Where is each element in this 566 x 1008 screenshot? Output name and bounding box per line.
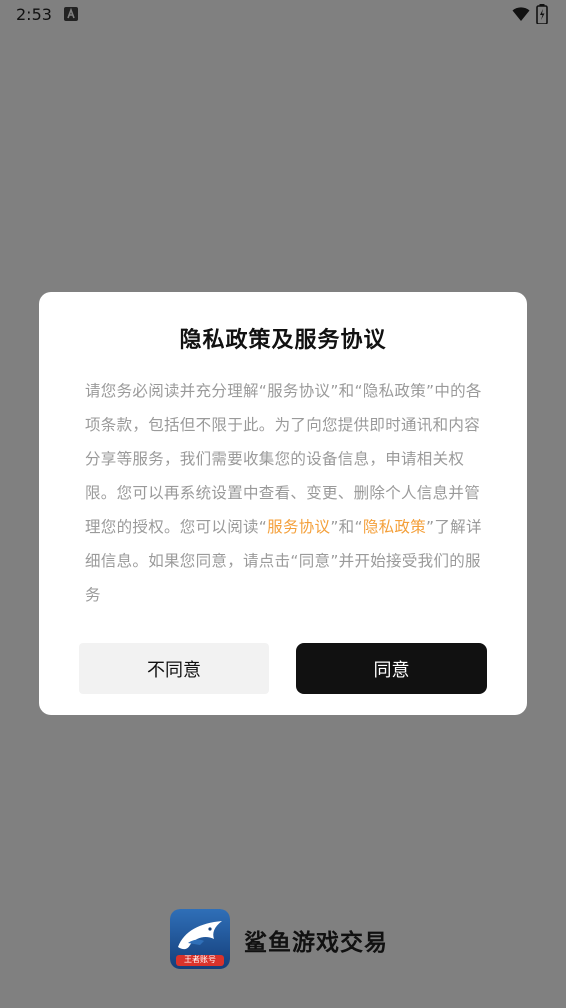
agree-button-label: 同意: [373, 659, 410, 681]
agree-button[interactable]: 同意: [296, 643, 487, 694]
dialog-body-text: ”和“: [330, 518, 363, 536]
dialog-body-text: 请您务必阅读并充分理解“服务协议”和“隐私政策”中的各项条款，包括但不限于此。为…: [85, 382, 482, 536]
dialog-title: 隐私政策及服务协议: [179, 328, 387, 353]
wifi-icon: [512, 7, 530, 21]
status-time: 2:53: [16, 5, 52, 24]
battery-icon: [536, 4, 548, 24]
app-logo: 王者账号: [170, 909, 230, 969]
disagree-button[interactable]: 不同意: [79, 643, 269, 694]
app-name: 鲨鱼游戏交易: [244, 930, 388, 956]
a-notification-icon: [64, 7, 78, 21]
service-agreement-link[interactable]: 服务协议: [267, 518, 330, 536]
app-screen: 2:53 隐私政策及服务协议 请您务必阅读并充分理解“服务协议”和“隐私政策”中…: [0, 0, 566, 1008]
disagree-button-label: 不同意: [147, 659, 201, 681]
privacy-policy-link[interactable]: 隐私政策: [363, 518, 426, 536]
status-bar: 2:53: [0, 0, 566, 32]
dialog-body: 请您务必阅读并充分理解“服务协议”和“隐私政策”中的各项条款，包括但不限于此。为…: [85, 374, 485, 612]
logo-label: 王者账号: [184, 955, 216, 964]
